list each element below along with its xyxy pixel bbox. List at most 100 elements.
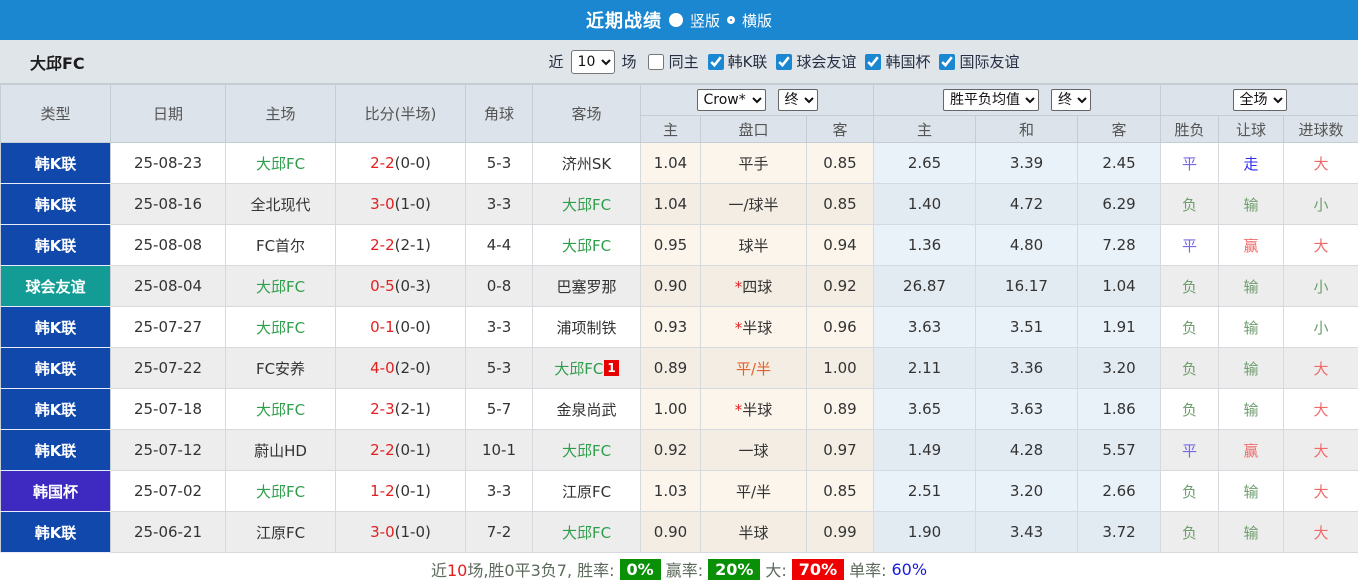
ah-away-odds-cell: 0.85 [807, 184, 874, 225]
goals-result-cell: 小 [1284, 266, 1358, 307]
home-team-name[interactable]: 大邱FC [256, 155, 305, 173]
handicap-result-cell: 输 [1219, 512, 1284, 553]
ah-away-odds-cell: 0.92 [807, 266, 874, 307]
home-team-name[interactable]: FC安养 [256, 360, 305, 378]
ah-home-odds-cell: 1.03 [641, 471, 701, 512]
away-team-name[interactable]: 大邱FC [562, 196, 611, 214]
wdl-result-cell: 平 [1161, 143, 1219, 184]
away-team-name[interactable]: 大邱FC [562, 237, 611, 255]
full-score: 2-2 [370, 236, 395, 254]
handicap-cell: 平手 [701, 143, 807, 184]
corner-cell: 4-4 [466, 225, 533, 266]
wdl-result-cell-text: 负 [1182, 360, 1197, 378]
wdl-result-cell-text: 负 [1182, 196, 1197, 214]
wdl-result-cell-text: 负 [1182, 524, 1197, 542]
ah-away-odds-cell: 0.89 [807, 389, 874, 430]
match-count-select[interactable]: 10 [571, 50, 615, 74]
goals-result-cell: 大 [1284, 430, 1358, 471]
away-team-name[interactable]: 大邱FC [562, 442, 611, 460]
rank-badge: 1 [604, 360, 618, 376]
league-friendly-checkbox[interactable] [776, 54, 792, 70]
eu-away-odds-cell: 1.04 [1078, 266, 1161, 307]
col-header-away: 客场 [533, 85, 641, 143]
home-team-name[interactable]: 大邱FC [256, 319, 305, 337]
eu-away-odds-cell: 3.72 [1078, 512, 1161, 553]
wdl-result-cell-text: 负 [1182, 319, 1197, 337]
handicap-name: 一球 [738, 442, 768, 460]
date-cell: 25-08-08 [111, 225, 226, 266]
away-team-name[interactable]: 金泉尚武 [556, 401, 616, 419]
same-home-checkbox[interactable] [648, 54, 664, 70]
results-table: 类型 日期 主场 比分(半场) 角球 客场 Crow*终 胜平负均值终 全场 主… [0, 84, 1358, 553]
handicap-result-cell: 赢 [1219, 430, 1284, 471]
table-row: 韩K联25-08-16全北现代3-0(1-0)3-3大邱FC1.04一/球半0.… [1, 184, 1358, 225]
score-cell: 4-0(2-0) [336, 348, 466, 389]
single-rate-label: 单率: [849, 557, 886, 581]
home-team-name[interactable]: 蔚山HD [254, 442, 307, 460]
ah-away-odds-cell: 0.97 [807, 430, 874, 471]
filters: 近 10 场 同主 韩K联 球会友谊 韩国杯 国际友谊 [210, 50, 1358, 74]
ah-home-odds-cell: 0.92 [641, 430, 701, 471]
home-team-cell: 大邱FC [226, 143, 336, 184]
away-team-name[interactable]: 江原FC [562, 483, 611, 501]
vertical-layout-radio-icon[interactable] [669, 13, 683, 27]
handicap-stage-select[interactable]: 终 [778, 89, 818, 111]
home-team-name[interactable]: 大邱FC [256, 483, 305, 501]
away-team-name[interactable]: 大邱FC [562, 524, 611, 542]
home-team-name[interactable]: 大邱FC [256, 278, 305, 296]
table-row: 韩K联25-07-22FC安养4-0(2-0)5-3大邱FC10.89平/半1.… [1, 348, 1358, 389]
date-cell: 25-08-16 [111, 184, 226, 225]
away-team-name[interactable]: 济州SK [562, 155, 611, 173]
horizontal-layout-radio-icon[interactable] [727, 16, 735, 24]
corner-cell: 10-1 [466, 430, 533, 471]
big-rate-label: 大: [765, 557, 786, 581]
market-stage-select[interactable]: 终 [1051, 89, 1091, 111]
half-score: (2-1) [395, 400, 431, 418]
eu-draw-odds-cell: 3.36 [976, 348, 1078, 389]
league-intl-friendly-checkbox[interactable] [939, 54, 955, 70]
vertical-layout-label[interactable]: 竖版 [690, 10, 720, 31]
summary-footer: 近10场,胜0平3负7, 胜率: 0% 赢率: 20% 大: 70% 单率: 6… [0, 553, 1358, 585]
corner-cell: 5-3 [466, 348, 533, 389]
ah-away-odds-cell: 0.85 [807, 143, 874, 184]
scope-select[interactable]: 全场 [1233, 89, 1287, 111]
away-team-cell: 大邱FC [533, 512, 641, 553]
league-intl-friendly-label: 国际友谊 [959, 51, 1019, 72]
away-team-name[interactable]: 大邱FC [554, 360, 603, 378]
bookmaker-select[interactable]: Crow* [697, 89, 766, 111]
eu-away-odds-cell: 7.28 [1078, 225, 1161, 266]
handicap-cell: 一/球半 [701, 184, 807, 225]
home-team-cell: 大邱FC [226, 389, 336, 430]
goals-result-cell-text: 大 [1314, 524, 1329, 542]
eu-away-odds-cell: 2.45 [1078, 143, 1161, 184]
home-team-name[interactable]: FC首尔 [256, 237, 305, 255]
league-cup-checkbox[interactable] [865, 54, 881, 70]
page-title: 近期战绩 [586, 7, 662, 33]
goals-result-cell: 大 [1284, 512, 1358, 553]
home-team-name[interactable]: 江原FC [256, 524, 305, 542]
eu-home-odds-cell: 2.11 [874, 348, 976, 389]
score-cell: 2-2(0-1) [336, 430, 466, 471]
date-cell: 25-07-22 [111, 348, 226, 389]
ah-home-odds-cell: 0.95 [641, 225, 701, 266]
handicap-cell: 平/半 [701, 471, 807, 512]
handicap-name: 一/球半 [728, 196, 778, 214]
home-team-name[interactable]: 全北现代 [250, 196, 310, 214]
league-kleague-checkbox[interactable] [708, 54, 724, 70]
eu-home-odds-cell: 3.65 [874, 389, 976, 430]
away-team-name[interactable]: 巴塞罗那 [556, 278, 616, 296]
ah-home-odds-cell: 1.00 [641, 389, 701, 430]
eu-draw-odds-cell: 4.72 [976, 184, 1078, 225]
market-select[interactable]: 胜平负均值 [943, 89, 1039, 111]
home-team-cell: 蔚山HD [226, 430, 336, 471]
filter-bar: 大邱FC 近 10 场 同主 韩K联 球会友谊 韩国杯 国际友谊 [0, 40, 1358, 84]
handicap-result-cell: 赢 [1219, 225, 1284, 266]
score-cell: 2-2(2-1) [336, 225, 466, 266]
eu-draw-odds-cell: 3.51 [976, 307, 1078, 348]
home-team-name[interactable]: 大邱FC [256, 401, 305, 419]
eu-home-odds-cell: 3.63 [874, 307, 976, 348]
match-type-cell: 韩K联 [1, 184, 111, 225]
away-team-name[interactable]: 浦项制铁 [556, 319, 616, 337]
eu-away-odds-cell: 5.57 [1078, 430, 1161, 471]
horizontal-layout-label[interactable]: 横版 [742, 10, 772, 31]
